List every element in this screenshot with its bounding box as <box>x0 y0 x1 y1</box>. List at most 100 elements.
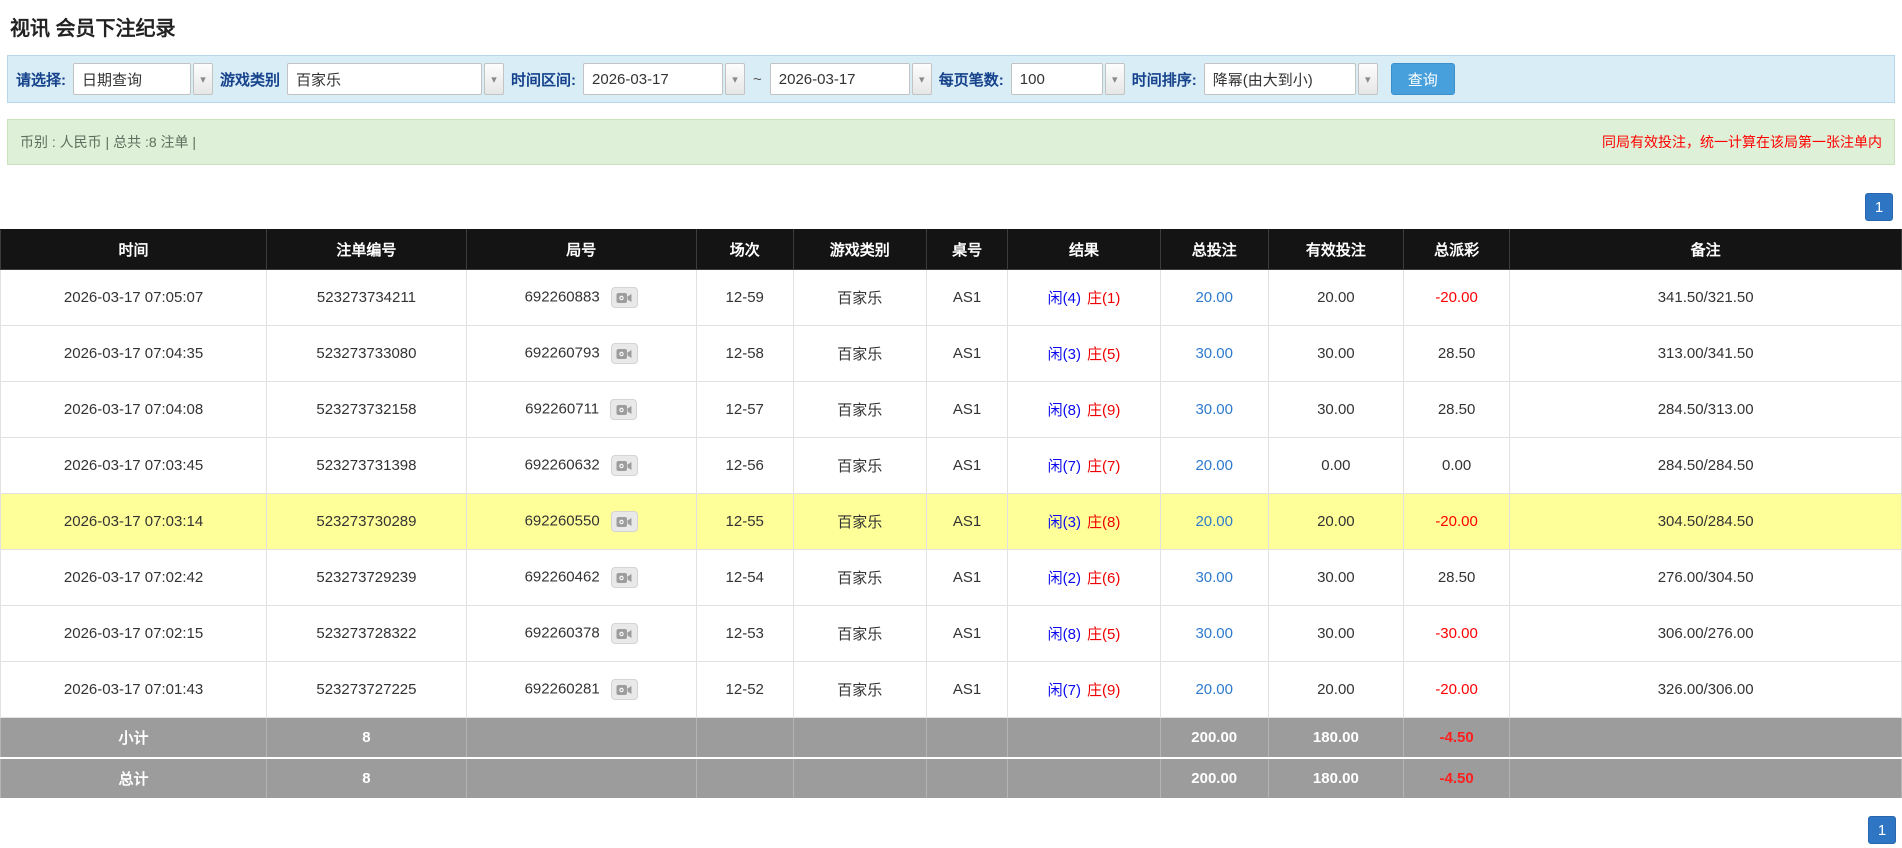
result-player: 闲(7) <box>1047 682 1081 699</box>
empty-cell <box>925 717 1009 759</box>
cell-table-no: AS1 <box>925 269 1009 326</box>
cell-payout: -30.00 <box>1402 605 1511 662</box>
cell-valid-bet: 20.00 <box>1267 493 1404 550</box>
cell-time: 2026-03-17 07:03:14 <box>0 493 268 550</box>
query-type-label: 请选择: <box>16 71 66 89</box>
result-player: 闲(3) <box>1047 514 1081 531</box>
summary-row-label: 小计 <box>0 717 268 759</box>
search-button[interactable]: 查询 <box>1390 63 1455 95</box>
cell-round-id: 692260550 <box>465 493 697 550</box>
cell-game-type: 百家乐 <box>792 381 927 438</box>
range-separator: ~ <box>753 70 762 88</box>
page-number-button[interactable]: 1 <box>1865 193 1893 221</box>
summary-total-bet: 200.00 <box>1159 757 1269 800</box>
cell-round-id: 692260632 <box>465 437 697 494</box>
cell-valid-bet: 20.00 <box>1267 661 1404 718</box>
cell-session: 12-54 <box>695 549 794 606</box>
table-row: 2026-03-17 07:01:43 523273727225 6922602… <box>0 661 1902 718</box>
result-banker: 庄(5) <box>1087 626 1121 643</box>
result-player: 闲(3) <box>1047 346 1081 363</box>
cell-payout: 28.50 <box>1402 381 1511 438</box>
cell-valid-bet: 0.00 <box>1267 437 1404 494</box>
cell-payout: -20.00 <box>1402 661 1511 718</box>
cell-round-id: 692260711 <box>465 381 697 438</box>
page-number-button[interactable]: 1 <box>1868 816 1896 844</box>
column-header-1: 注单编号 <box>266 229 467 270</box>
chevron-down-icon[interactable]: ▾ <box>725 63 746 95</box>
cell-total-bet[interactable]: 20.00 <box>1159 493 1269 550</box>
cell-table-no: AS1 <box>925 493 1009 550</box>
chevron-down-icon[interactable]: ▾ <box>1104 63 1125 95</box>
summary-valid-bet: 180.00 <box>1267 757 1404 800</box>
table-row: 2026-03-17 07:02:42 523273729239 6922604… <box>0 549 1902 606</box>
round-id-text: 692260462 <box>524 568 600 586</box>
page-title: 视讯 会员下注纪录 <box>10 18 176 40</box>
column-header-9: 总派彩 <box>1402 229 1511 270</box>
cell-table-no: AS1 <box>925 325 1009 382</box>
game-type-input[interactable] <box>287 63 483 95</box>
cell-total-bet[interactable]: 30.00 <box>1159 381 1269 438</box>
summary-valid-bet: 180.00 <box>1267 717 1404 759</box>
empty-cell <box>925 757 1009 800</box>
summary-payout: -4.50 <box>1402 717 1511 759</box>
chevron-down-icon[interactable]: ▾ <box>1357 63 1378 95</box>
video-replay-icon[interactable] <box>610 455 638 476</box>
cell-total-bet[interactable]: 20.00 <box>1159 661 1269 718</box>
cell-valid-bet: 30.00 <box>1267 549 1404 606</box>
cell-table-no: AS1 <box>925 605 1009 662</box>
cell-total-bet[interactable]: 20.00 <box>1159 437 1269 494</box>
table-row: 2026-03-17 07:04:08 523273732158 6922607… <box>0 381 1902 438</box>
round-id-text: 692260550 <box>524 512 600 530</box>
date-from-input[interactable] <box>583 63 724 95</box>
chevron-down-icon[interactable]: ▾ <box>911 63 932 95</box>
game-type-label: 游戏类别 <box>220 71 281 89</box>
cell-total-bet[interactable]: 20.00 <box>1159 269 1269 326</box>
cell-result: 闲(8) 庄(5) <box>1007 605 1161 662</box>
cell-total-bet[interactable]: 30.00 <box>1159 325 1269 382</box>
cell-remark: 341.50/321.50 <box>1509 269 1902 326</box>
summary-row: 小计 8 200.00 180.00 -4.50 <box>0 717 1902 759</box>
summary-total-bet: 200.00 <box>1159 717 1269 759</box>
video-replay-icon[interactable] <box>610 343 638 364</box>
cell-result: 闲(8) 庄(9) <box>1007 381 1161 438</box>
cell-game-type: 百家乐 <box>792 661 927 718</box>
round-id-text: 692260281 <box>524 680 600 698</box>
cell-time: 2026-03-17 07:03:45 <box>0 437 268 494</box>
table-header-row: 时间 注单编号 局号 场次 游戏类别 桌号 结果 总投注 有效投注 总派彩 备注 <box>0 229 1902 270</box>
video-replay-icon[interactable] <box>610 287 638 308</box>
cell-payout: 28.50 <box>1402 325 1511 382</box>
empty-cell <box>1509 757 1902 800</box>
chevron-down-icon[interactable]: ▾ <box>193 63 213 95</box>
chevron-down-icon[interactable]: ▾ <box>484 63 505 95</box>
video-replay-icon[interactable] <box>610 623 638 644</box>
summary-row: 总计 8 200.00 180.00 -4.50 <box>0 757 1902 800</box>
cell-table-no: AS1 <box>925 549 1009 606</box>
empty-cell <box>695 717 794 759</box>
table-row: 2026-03-17 07:05:07 523273734211 6922608… <box>0 269 1902 326</box>
result-player: 闲(8) <box>1047 402 1081 419</box>
video-replay-icon[interactable] <box>610 679 638 700</box>
result-banker: 庄(5) <box>1087 346 1121 363</box>
cell-payout: -20.00 <box>1402 493 1511 550</box>
cell-round-id: 692260793 <box>465 325 697 382</box>
empty-cell <box>465 757 697 800</box>
sort-input[interactable] <box>1203 63 1356 95</box>
page-size-input[interactable] <box>1010 63 1103 95</box>
cell-session: 12-55 <box>695 493 794 550</box>
cell-result: 闲(7) 庄(9) <box>1007 661 1161 718</box>
video-replay-icon[interactable] <box>610 399 638 420</box>
cell-game-type: 百家乐 <box>792 549 927 606</box>
cell-remark: 284.50/313.00 <box>1509 381 1902 438</box>
video-replay-icon[interactable] <box>610 511 638 532</box>
query-type-input[interactable] <box>73 63 191 95</box>
video-replay-icon[interactable] <box>610 567 638 588</box>
sort-combo: ▾ <box>1203 63 1378 95</box>
date-to-input[interactable] <box>769 63 910 95</box>
cell-total-bet[interactable]: 30.00 <box>1159 605 1269 662</box>
page: 视讯 会员下注纪录 请选择: ▾ 游戏类别 ▾ 时间区间: ▾ ~ ▾ 每页笔数… <box>0 0 1902 848</box>
date-to-combo: ▾ <box>769 63 932 95</box>
empty-cell <box>465 717 697 759</box>
cell-total-bet[interactable]: 30.00 <box>1159 549 1269 606</box>
sort-label: 时间排序: <box>1131 71 1197 89</box>
cell-game-type: 百家乐 <box>792 493 927 550</box>
